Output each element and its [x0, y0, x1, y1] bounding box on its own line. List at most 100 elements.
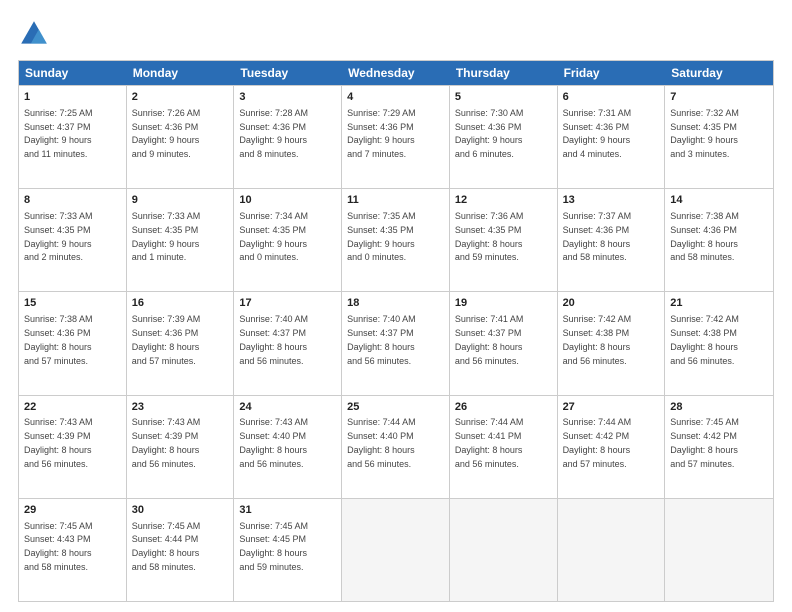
day-number: 15 [24, 296, 121, 311]
calendar-day-10: 10 Sunrise: 7:34 AM Sunset: 4:35 PM Dayli… [234, 189, 342, 291]
calendar-day-15: 15 Sunrise: 7:38 AM Sunset: 4:36 PM Dayli… [19, 292, 127, 394]
calendar-day-30: 30 Sunrise: 7:45 AM Sunset: 4:44 PM Dayli… [127, 499, 235, 601]
day-info: Sunrise: 7:42 AM Sunset: 4:38 PM Dayligh… [563, 314, 632, 365]
day-number: 21 [670, 296, 768, 311]
day-info: Sunrise: 7:33 AM Sunset: 4:35 PM Dayligh… [24, 211, 93, 262]
calendar-day-14: 14 Sunrise: 7:38 AM Sunset: 4:36 PM Dayli… [665, 189, 773, 291]
day-info: Sunrise: 7:45 AM Sunset: 4:44 PM Dayligh… [132, 521, 201, 572]
calendar-day-21: 21 Sunrise: 7:42 AM Sunset: 4:38 PM Dayli… [665, 292, 773, 394]
day-info: Sunrise: 7:35 AM Sunset: 4:35 PM Dayligh… [347, 211, 416, 262]
calendar-empty-cell [450, 499, 558, 601]
day-number: 27 [563, 400, 660, 415]
day-number: 10 [239, 193, 336, 208]
day-number: 23 [132, 400, 229, 415]
logo-icon [18, 18, 50, 50]
calendar-day-13: 13Sunrise: 7:37 AM Sunset: 4:36 PM Dayli… [558, 189, 666, 291]
calendar-day-1: 1Sunrise: 7:25 AM Sunset: 4:37 PM Daylig… [19, 86, 127, 188]
day-info: Sunrise: 7:43 AM Sunset: 4:39 PM Dayligh… [24, 417, 93, 468]
calendar-empty-cell [558, 499, 666, 601]
day-info: Sunrise: 7:38 AM Sunset: 4:36 PM Dayligh… [24, 314, 93, 365]
day-info: Sunrise: 7:30 AM Sunset: 4:36 PM Dayligh… [455, 108, 524, 159]
calendar-day-8: 8 Sunrise: 7:33 AM Sunset: 4:35 PM Daylig… [19, 189, 127, 291]
day-info: Sunrise: 7:29 AM Sunset: 4:36 PM Dayligh… [347, 108, 416, 159]
day-info: Sunrise: 7:36 AM Sunset: 4:35 PM Dayligh… [455, 211, 524, 262]
day-number: 28 [670, 400, 768, 415]
day-info: Sunrise: 7:40 AM Sunset: 4:37 PM Dayligh… [347, 314, 416, 365]
calendar-day-16: 16 Sunrise: 7:39 AM Sunset: 4:36 PM Dayli… [127, 292, 235, 394]
day-number: 26 [455, 400, 552, 415]
day-number: 30 [132, 503, 229, 518]
calendar-day-7: 7 Sunrise: 7:32 AM Sunset: 4:35 PM Daylig… [665, 86, 773, 188]
day-info: Sunrise: 7:26 AM Sunset: 4:36 PM Dayligh… [132, 108, 201, 159]
calendar-week-1: 1Sunrise: 7:25 AM Sunset: 4:37 PM Daylig… [19, 85, 773, 188]
calendar-day-25: 25 Sunrise: 7:44 AM Sunset: 4:40 PM Dayli… [342, 396, 450, 498]
day-number: 16 [132, 296, 229, 311]
header-day-sunday: Sunday [19, 61, 127, 85]
day-number: 24 [239, 400, 336, 415]
day-info: Sunrise: 7:41 AM Sunset: 4:37 PM Dayligh… [455, 314, 524, 365]
day-info: Sunrise: 7:43 AM Sunset: 4:39 PM Dayligh… [132, 417, 201, 468]
calendar-day-9: 9Sunrise: 7:33 AM Sunset: 4:35 PM Daylig… [127, 189, 235, 291]
day-info: Sunrise: 7:34 AM Sunset: 4:35 PM Dayligh… [239, 211, 308, 262]
day-number: 1 [24, 90, 121, 105]
calendar-week-4: 22 Sunrise: 7:43 AM Sunset: 4:39 PM Dayli… [19, 395, 773, 498]
calendar-day-6: 6Sunrise: 7:31 AM Sunset: 4:36 PM Daylig… [558, 86, 666, 188]
calendar-day-20: 20 Sunrise: 7:42 AM Sunset: 4:38 PM Dayli… [558, 292, 666, 394]
calendar-week-3: 15 Sunrise: 7:38 AM Sunset: 4:36 PM Dayli… [19, 291, 773, 394]
day-info: Sunrise: 7:44 AM Sunset: 4:40 PM Dayligh… [347, 417, 416, 468]
day-info: Sunrise: 7:42 AM Sunset: 4:38 PM Dayligh… [670, 314, 739, 365]
header-day-friday: Friday [558, 61, 666, 85]
header-day-tuesday: Tuesday [234, 61, 342, 85]
header-day-thursday: Thursday [450, 61, 558, 85]
day-number: 29 [24, 503, 121, 518]
day-number: 11 [347, 193, 444, 208]
day-info: Sunrise: 7:40 AM Sunset: 4:37 PM Dayligh… [239, 314, 308, 365]
calendar-day-11: 11 Sunrise: 7:35 AM Sunset: 4:35 PM Dayli… [342, 189, 450, 291]
day-number: 22 [24, 400, 121, 415]
day-info: Sunrise: 7:38 AM Sunset: 4:36 PM Dayligh… [670, 211, 739, 262]
calendar-day-18: 18Sunrise: 7:40 AM Sunset: 4:37 PM Dayli… [342, 292, 450, 394]
day-number: 8 [24, 193, 121, 208]
day-number: 12 [455, 193, 552, 208]
day-info: Sunrise: 7:45 AM Sunset: 4:45 PM Dayligh… [239, 521, 308, 572]
calendar-day-28: 28 Sunrise: 7:45 AM Sunset: 4:42 PM Dayli… [665, 396, 773, 498]
page-header [18, 18, 774, 50]
calendar-day-22: 22 Sunrise: 7:43 AM Sunset: 4:39 PM Dayli… [19, 396, 127, 498]
calendar-week-5: 29 Sunrise: 7:45 AM Sunset: 4:43 PM Dayli… [19, 498, 773, 601]
day-info: Sunrise: 7:32 AM Sunset: 4:35 PM Dayligh… [670, 108, 739, 159]
calendar-day-5: 5 Sunrise: 7:30 AM Sunset: 4:36 PM Daylig… [450, 86, 558, 188]
day-number: 25 [347, 400, 444, 415]
day-info: Sunrise: 7:44 AM Sunset: 4:42 PM Dayligh… [563, 417, 632, 468]
day-number: 19 [455, 296, 552, 311]
day-number: 5 [455, 90, 552, 105]
calendar-header: SundayMondayTuesdayWednesdayThursdayFrid… [19, 61, 773, 85]
calendar-day-12: 12 Sunrise: 7:36 AM Sunset: 4:35 PM Dayli… [450, 189, 558, 291]
day-number: 4 [347, 90, 444, 105]
day-info: Sunrise: 7:39 AM Sunset: 4:36 PM Dayligh… [132, 314, 201, 365]
calendar-day-17: 17 Sunrise: 7:40 AM Sunset: 4:37 PM Dayli… [234, 292, 342, 394]
calendar-day-29: 29 Sunrise: 7:45 AM Sunset: 4:43 PM Dayli… [19, 499, 127, 601]
calendar-day-31: 31 Sunrise: 7:45 AM Sunset: 4:45 PM Dayli… [234, 499, 342, 601]
header-day-monday: Monday [127, 61, 235, 85]
day-info: Sunrise: 7:45 AM Sunset: 4:42 PM Dayligh… [670, 417, 739, 468]
day-number: 7 [670, 90, 768, 105]
day-number: 31 [239, 503, 336, 518]
day-info: Sunrise: 7:43 AM Sunset: 4:40 PM Dayligh… [239, 417, 308, 468]
calendar-day-2: 2 Sunrise: 7:26 AM Sunset: 4:36 PM Daylig… [127, 86, 235, 188]
calendar-day-24: 24 Sunrise: 7:43 AM Sunset: 4:40 PM Dayli… [234, 396, 342, 498]
day-info: Sunrise: 7:45 AM Sunset: 4:43 PM Dayligh… [24, 521, 93, 572]
day-number: 9 [132, 193, 229, 208]
day-info: Sunrise: 7:44 AM Sunset: 4:41 PM Dayligh… [455, 417, 524, 468]
day-number: 17 [239, 296, 336, 311]
day-number: 20 [563, 296, 660, 311]
calendar-body: 1Sunrise: 7:25 AM Sunset: 4:37 PM Daylig… [19, 85, 773, 601]
calendar-empty-cell [665, 499, 773, 601]
day-number: 3 [239, 90, 336, 105]
day-number: 14 [670, 193, 768, 208]
header-day-saturday: Saturday [665, 61, 773, 85]
calendar-week-2: 8 Sunrise: 7:33 AM Sunset: 4:35 PM Daylig… [19, 188, 773, 291]
calendar-day-23: 23 Sunrise: 7:43 AM Sunset: 4:39 PM Dayli… [127, 396, 235, 498]
day-number: 6 [563, 90, 660, 105]
calendar-empty-cell [342, 499, 450, 601]
day-number: 2 [132, 90, 229, 105]
